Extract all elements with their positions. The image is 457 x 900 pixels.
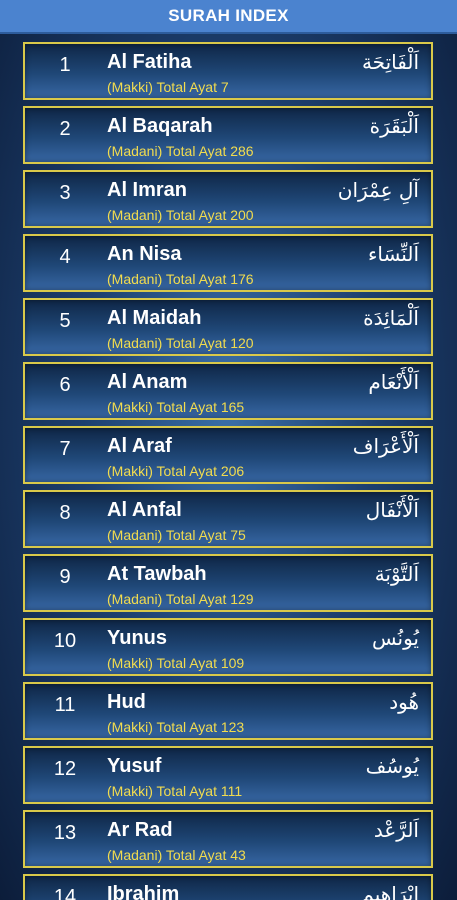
- surah-number: 2: [59, 118, 71, 140]
- surah-row-10[interactable]: 10 Yunus (Makki) Total Ayat 109 يُونُس: [23, 618, 433, 676]
- surah-list[interactable]: 1 Al Fatiha (Makki) Total Ayat 7 اَلْفَا…: [0, 41, 457, 900]
- surah-arabic-name: يُوسُف: [365, 754, 419, 778]
- surah-number: 7: [59, 438, 71, 460]
- surah-number: 11: [54, 694, 76, 716]
- surah-info: (Madani) Total Ayat 200: [107, 207, 254, 223]
- surah-arabic-name: إِبْرَاهِيم: [361, 882, 419, 900]
- surah-arabic-name: اَلنِّسَاء: [367, 242, 419, 266]
- surah-name: Ar Rad: [107, 819, 173, 841]
- surah-number: 9: [59, 566, 71, 588]
- surah-name: Al Fatiha: [107, 51, 192, 73]
- surah-name: At Tawbah: [107, 563, 207, 585]
- surah-row-7[interactable]: 7 Al Araf (Makki) Total Ayat 206 اَلْأَع…: [23, 426, 433, 484]
- surah-arabic-name: اَلتَّوْبَة: [374, 562, 419, 586]
- surah-row-11[interactable]: 11 Hud (Makki) Total Ayat 123 هُود: [23, 682, 433, 740]
- surah-row-12[interactable]: 12 Yusuf (Makki) Total Ayat 111 يُوسُف: [23, 746, 433, 804]
- surah-number: 14: [53, 886, 77, 900]
- surah-info: (Madani) Total Ayat 43: [107, 847, 246, 863]
- app-header: SURAH INDEX: [0, 0, 457, 34]
- surah-name: Yunus: [107, 627, 168, 649]
- surah-info: (Makki) Total Ayat 109: [107, 655, 245, 671]
- surah-info: (Makki) Total Ayat 165: [107, 399, 245, 415]
- surah-info: (Makki) Total Ayat 123: [107, 719, 245, 735]
- surah-info: (Makki) Total Ayat 111: [107, 783, 243, 799]
- surah-number: 4: [59, 246, 71, 268]
- surah-info: (Makki) Total Ayat 7: [107, 79, 229, 95]
- surah-row-4[interactable]: 4 An Nisa (Madani) Total Ayat 176 اَلنِّ…: [23, 234, 433, 292]
- surah-row-3[interactable]: 3 Al Imran (Madani) Total Ayat 200 آلِ ع…: [23, 170, 433, 228]
- surah-name: Al Maidah: [107, 307, 202, 329]
- surah-name: An Nisa: [107, 243, 182, 265]
- surah-info: (Madani) Total Ayat 75: [107, 527, 246, 543]
- surah-row-14[interactable]: 14 Ibrahim إِبْرَاهِيم: [23, 874, 433, 900]
- surah-row-5[interactable]: 5 Al Maidah (Madani) Total Ayat 120 اَلْ…: [23, 298, 433, 356]
- surah-number: 6: [59, 374, 71, 396]
- surah-arabic-name: اَلْأَعْرَاف: [352, 434, 419, 458]
- surah-name: Al Baqarah: [107, 115, 213, 137]
- surah-name: Al Anam: [107, 371, 188, 393]
- surah-info: (Madani) Total Ayat 286: [107, 143, 254, 159]
- surah-info: (Madani) Total Ayat 129: [107, 591, 254, 607]
- surah-info: (Makki) Total Ayat 206: [107, 463, 245, 479]
- surah-arabic-name: هُود: [389, 690, 419, 714]
- surah-number: 10: [53, 630, 77, 652]
- surah-info: (Madani) Total Ayat 120: [107, 335, 254, 351]
- surah-name: Ibrahim: [107, 883, 180, 900]
- surah-number: 12: [53, 758, 77, 780]
- surah-row-2[interactable]: 2 Al Baqarah (Madani) Total Ayat 286 اَل…: [23, 106, 433, 164]
- surah-arabic-name: اَلْأَنْعَام: [368, 370, 419, 394]
- surah-info: (Madani) Total Ayat 176: [107, 271, 254, 287]
- page-title: SURAH INDEX: [168, 6, 289, 25]
- surah-number: 5: [59, 310, 71, 332]
- surah-row-8[interactable]: 8 Al Anfal (Madani) Total Ayat 75 اَلْأَ…: [23, 490, 433, 548]
- surah-row-6[interactable]: 6 Al Anam (Makki) Total Ayat 165 اَلْأَن…: [23, 362, 433, 420]
- surah-name: Al Anfal: [107, 499, 182, 521]
- surah-name: Al Imran: [107, 179, 188, 201]
- surah-arabic-name: يُونُس: [372, 626, 419, 650]
- surah-row-9[interactable]: 9 At Tawbah (Madani) Total Ayat 129 اَلت…: [23, 554, 433, 612]
- surah-row-13[interactable]: 13 Ar Rad (Madani) Total Ayat 43 اَلرَّع…: [23, 810, 433, 868]
- surah-arabic-name: اَلْبَقَرَة: [369, 114, 419, 138]
- surah-arabic-name: اَلرَّعْد: [373, 818, 419, 842]
- surah-number: 1: [59, 54, 71, 76]
- surah-name: Yusuf: [107, 755, 162, 777]
- surah-number: 3: [59, 182, 71, 204]
- surah-number: 13: [53, 822, 77, 844]
- surah-arabic-name: اَلْفَاتِحَة: [361, 50, 419, 74]
- surah-arabic-name: اَلْأَنْفَال: [365, 498, 419, 522]
- surah-arabic-name: آلِ عِمْرَان: [337, 178, 419, 202]
- surah-number: 8: [59, 502, 71, 524]
- surah-name: Hud: [107, 691, 146, 713]
- surah-row-1[interactable]: 1 Al Fatiha (Makki) Total Ayat 7 اَلْفَا…: [23, 42, 433, 100]
- surah-name: Al Araf: [107, 435, 172, 457]
- surah-arabic-name: اَلْمَائِدَة: [363, 306, 419, 330]
